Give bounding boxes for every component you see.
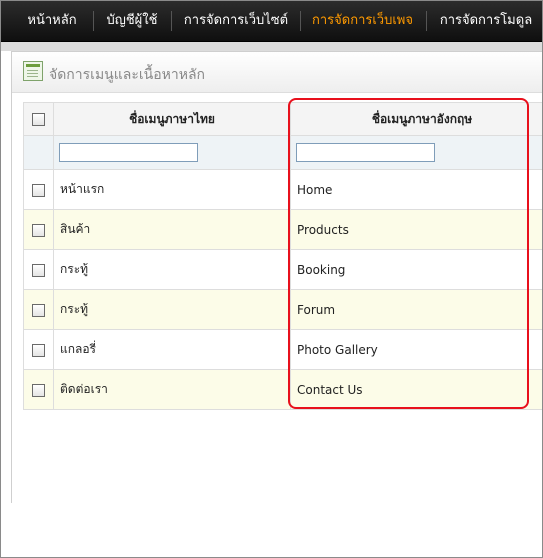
nav-divider [93,11,94,31]
nav-divider [171,11,172,31]
panel-footer [11,503,542,557]
row-checkbox[interactable] [32,263,45,277]
panel-header: จัดการเมนูและเนื้อหาหลัก [12,52,542,93]
filter-input-thai-name[interactable] [59,143,198,162]
row-checkbox-cell [23,209,54,250]
row-checkbox[interactable] [32,183,45,197]
app-frame: หน้าหลัก บัญชีผู้ใช้ การจัดการเว็บไซต์ ก… [0,0,543,558]
row-checkbox-cell [23,169,54,210]
thai-name-cell[interactable]: หน้าแรก [53,169,291,210]
nav-item-website-management[interactable]: การจัดการเว็บไซต์ [177,1,295,41]
filter-empty-cell [23,135,54,170]
thai-name-cell[interactable]: กระทู้ [53,289,291,330]
nav-divider [300,11,301,31]
row-checkbox-cell [23,329,54,370]
row-checkbox-cell [23,369,54,410]
thai-name-cell[interactable]: กระทู้ [53,249,291,290]
top-navigation-bar: หน้าหลัก บัญชีผู้ใช้ การจัดการเว็บไซต์ ก… [1,1,542,42]
thai-name-cell[interactable]: แกลอรี่ [53,329,291,370]
nav-item-module-management[interactable]: การจัดการโมดูล [431,1,541,41]
filter-cell-thai [53,135,291,170]
row-checkbox-cell [23,289,54,330]
row-checkbox-cell [23,249,54,290]
header-separator-band [1,42,542,51]
column-header-thai-name[interactable]: ชื่อเมนูภาษาไทย [53,102,291,136]
nav-item-webpage-management[interactable]: การจัดการเว็บเพจ [305,1,420,41]
row-checkbox[interactable] [32,343,45,357]
nav-item-user-accounts[interactable]: บัญชีผู้ใช้ [97,1,167,41]
select-all-cell [23,102,54,136]
row-checkbox[interactable] [32,303,45,317]
edit-page-icon [23,61,43,81]
thai-name-cell[interactable]: สินค้า [53,209,291,250]
row-checkbox[interactable] [32,383,45,397]
panel-title: จัดการเมนูและเนื้อหาหลัก [49,67,205,83]
nav-item-home[interactable]: หน้าหลัก [15,1,89,41]
english-column-highlight-annotation [288,98,529,409]
row-checkbox[interactable] [32,223,45,237]
nav-divider [426,11,427,31]
thai-name-cell[interactable]: ติดต่อเรา [53,369,291,410]
select-all-checkbox[interactable] [32,113,45,126]
